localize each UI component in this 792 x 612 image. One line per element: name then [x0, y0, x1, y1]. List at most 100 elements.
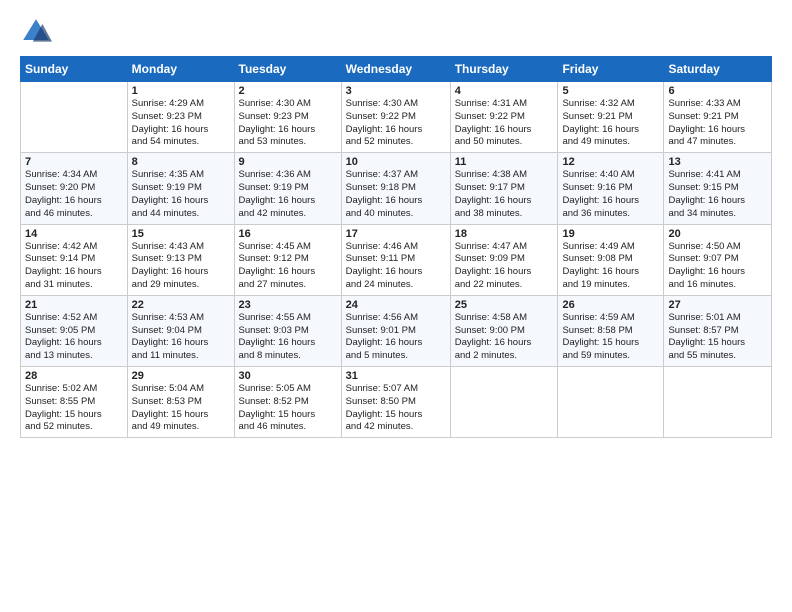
calendar-cell: 8Sunrise: 4:35 AM Sunset: 9:19 PM Daylig… — [127, 153, 234, 224]
weekday-header-wednesday: Wednesday — [341, 57, 450, 82]
calendar-cell: 11Sunrise: 4:38 AM Sunset: 9:17 PM Dayli… — [450, 153, 558, 224]
calendar-cell: 24Sunrise: 4:56 AM Sunset: 9:01 PM Dayli… — [341, 295, 450, 366]
day-number: 30 — [239, 370, 337, 382]
calendar-table: SundayMondayTuesdayWednesdayThursdayFrid… — [20, 56, 772, 438]
day-number: 17 — [346, 228, 446, 240]
calendar-cell: 22Sunrise: 4:53 AM Sunset: 9:04 PM Dayli… — [127, 295, 234, 366]
day-info: Sunrise: 4:38 AM Sunset: 9:17 PM Dayligh… — [455, 169, 554, 220]
day-number: 25 — [455, 299, 554, 311]
day-info: Sunrise: 4:40 AM Sunset: 9:16 PM Dayligh… — [562, 169, 659, 220]
calendar-cell: 19Sunrise: 4:49 AM Sunset: 9:08 PM Dayli… — [558, 224, 664, 295]
day-info: Sunrise: 5:04 AM Sunset: 8:53 PM Dayligh… — [132, 383, 230, 434]
day-number: 9 — [239, 156, 337, 168]
day-info: Sunrise: 4:52 AM Sunset: 9:05 PM Dayligh… — [25, 312, 123, 363]
calendar-cell: 7Sunrise: 4:34 AM Sunset: 9:20 PM Daylig… — [21, 153, 128, 224]
calendar-cell — [450, 367, 558, 438]
page: SundayMondayTuesdayWednesdayThursdayFrid… — [0, 0, 792, 612]
header — [20, 16, 772, 48]
day-info: Sunrise: 4:41 AM Sunset: 9:15 PM Dayligh… — [668, 169, 767, 220]
day-number: 6 — [668, 85, 767, 97]
day-info: Sunrise: 4:30 AM Sunset: 9:22 PM Dayligh… — [346, 98, 446, 149]
day-info: Sunrise: 4:30 AM Sunset: 9:23 PM Dayligh… — [239, 98, 337, 149]
day-info: Sunrise: 4:42 AM Sunset: 9:14 PM Dayligh… — [25, 241, 123, 292]
day-info: Sunrise: 4:56 AM Sunset: 9:01 PM Dayligh… — [346, 312, 446, 363]
day-info: Sunrise: 4:53 AM Sunset: 9:04 PM Dayligh… — [132, 312, 230, 363]
day-info: Sunrise: 5:07 AM Sunset: 8:50 PM Dayligh… — [346, 383, 446, 434]
weekday-header-friday: Friday — [558, 57, 664, 82]
logo — [20, 16, 56, 48]
calendar-cell: 18Sunrise: 4:47 AM Sunset: 9:09 PM Dayli… — [450, 224, 558, 295]
calendar-cell: 1Sunrise: 4:29 AM Sunset: 9:23 PM Daylig… — [127, 82, 234, 153]
day-number: 31 — [346, 370, 446, 382]
calendar-cell — [664, 367, 772, 438]
calendar-week-row: 7Sunrise: 4:34 AM Sunset: 9:20 PM Daylig… — [21, 153, 772, 224]
calendar-cell: 17Sunrise: 4:46 AM Sunset: 9:11 PM Dayli… — [341, 224, 450, 295]
day-number: 13 — [668, 156, 767, 168]
day-info: Sunrise: 4:36 AM Sunset: 9:19 PM Dayligh… — [239, 169, 337, 220]
day-number: 27 — [668, 299, 767, 311]
calendar-cell: 30Sunrise: 5:05 AM Sunset: 8:52 PM Dayli… — [234, 367, 341, 438]
weekday-header-thursday: Thursday — [450, 57, 558, 82]
day-info: Sunrise: 4:45 AM Sunset: 9:12 PM Dayligh… — [239, 241, 337, 292]
day-number: 18 — [455, 228, 554, 240]
day-info: Sunrise: 4:49 AM Sunset: 9:08 PM Dayligh… — [562, 241, 659, 292]
day-info: Sunrise: 4:59 AM Sunset: 8:58 PM Dayligh… — [562, 312, 659, 363]
day-info: Sunrise: 4:32 AM Sunset: 9:21 PM Dayligh… — [562, 98, 659, 149]
day-number: 7 — [25, 156, 123, 168]
day-info: Sunrise: 4:46 AM Sunset: 9:11 PM Dayligh… — [346, 241, 446, 292]
calendar-cell: 6Sunrise: 4:33 AM Sunset: 9:21 PM Daylig… — [664, 82, 772, 153]
day-info: Sunrise: 4:35 AM Sunset: 9:19 PM Dayligh… — [132, 169, 230, 220]
calendar-cell: 23Sunrise: 4:55 AM Sunset: 9:03 PM Dayli… — [234, 295, 341, 366]
calendar-cell: 5Sunrise: 4:32 AM Sunset: 9:21 PM Daylig… — [558, 82, 664, 153]
calendar-cell: 14Sunrise: 4:42 AM Sunset: 9:14 PM Dayli… — [21, 224, 128, 295]
calendar-cell: 21Sunrise: 4:52 AM Sunset: 9:05 PM Dayli… — [21, 295, 128, 366]
day-number: 12 — [562, 156, 659, 168]
day-number: 23 — [239, 299, 337, 311]
calendar-cell: 2Sunrise: 4:30 AM Sunset: 9:23 PM Daylig… — [234, 82, 341, 153]
calendar-cell: 31Sunrise: 5:07 AM Sunset: 8:50 PM Dayli… — [341, 367, 450, 438]
calendar-cell: 28Sunrise: 5:02 AM Sunset: 8:55 PM Dayli… — [21, 367, 128, 438]
calendar-cell: 27Sunrise: 5:01 AM Sunset: 8:57 PM Dayli… — [664, 295, 772, 366]
calendar-week-row: 28Sunrise: 5:02 AM Sunset: 8:55 PM Dayli… — [21, 367, 772, 438]
calendar-cell: 4Sunrise: 4:31 AM Sunset: 9:22 PM Daylig… — [450, 82, 558, 153]
day-info: Sunrise: 4:43 AM Sunset: 9:13 PM Dayligh… — [132, 241, 230, 292]
day-number: 24 — [346, 299, 446, 311]
calendar-cell: 20Sunrise: 4:50 AM Sunset: 9:07 PM Dayli… — [664, 224, 772, 295]
day-number: 15 — [132, 228, 230, 240]
calendar-cell: 16Sunrise: 4:45 AM Sunset: 9:12 PM Dayli… — [234, 224, 341, 295]
day-info: Sunrise: 5:05 AM Sunset: 8:52 PM Dayligh… — [239, 383, 337, 434]
calendar-cell: 12Sunrise: 4:40 AM Sunset: 9:16 PM Dayli… — [558, 153, 664, 224]
day-number: 28 — [25, 370, 123, 382]
day-info: Sunrise: 4:29 AM Sunset: 9:23 PM Dayligh… — [132, 98, 230, 149]
day-number: 8 — [132, 156, 230, 168]
calendar-week-row: 21Sunrise: 4:52 AM Sunset: 9:05 PM Dayli… — [21, 295, 772, 366]
weekday-header-tuesday: Tuesday — [234, 57, 341, 82]
weekday-header-saturday: Saturday — [664, 57, 772, 82]
day-number: 10 — [346, 156, 446, 168]
calendar-cell — [558, 367, 664, 438]
day-number: 20 — [668, 228, 767, 240]
day-info: Sunrise: 4:34 AM Sunset: 9:20 PM Dayligh… — [25, 169, 123, 220]
day-number: 19 — [562, 228, 659, 240]
day-info: Sunrise: 4:37 AM Sunset: 9:18 PM Dayligh… — [346, 169, 446, 220]
day-info: Sunrise: 5:01 AM Sunset: 8:57 PM Dayligh… — [668, 312, 767, 363]
day-number: 5 — [562, 85, 659, 97]
day-number: 3 — [346, 85, 446, 97]
day-number: 21 — [25, 299, 123, 311]
day-info: Sunrise: 4:47 AM Sunset: 9:09 PM Dayligh… — [455, 241, 554, 292]
calendar-cell — [21, 82, 128, 153]
day-info: Sunrise: 4:33 AM Sunset: 9:21 PM Dayligh… — [668, 98, 767, 149]
weekday-header-row: SundayMondayTuesdayWednesdayThursdayFrid… — [21, 57, 772, 82]
day-number: 14 — [25, 228, 123, 240]
day-info: Sunrise: 5:02 AM Sunset: 8:55 PM Dayligh… — [25, 383, 123, 434]
day-info: Sunrise: 4:50 AM Sunset: 9:07 PM Dayligh… — [668, 241, 767, 292]
day-info: Sunrise: 4:55 AM Sunset: 9:03 PM Dayligh… — [239, 312, 337, 363]
day-number: 2 — [239, 85, 337, 97]
calendar-cell: 10Sunrise: 4:37 AM Sunset: 9:18 PM Dayli… — [341, 153, 450, 224]
weekday-header-monday: Monday — [127, 57, 234, 82]
day-number: 11 — [455, 156, 554, 168]
day-number: 4 — [455, 85, 554, 97]
day-number: 1 — [132, 85, 230, 97]
calendar-cell: 13Sunrise: 4:41 AM Sunset: 9:15 PM Dayli… — [664, 153, 772, 224]
calendar-cell: 15Sunrise: 4:43 AM Sunset: 9:13 PM Dayli… — [127, 224, 234, 295]
